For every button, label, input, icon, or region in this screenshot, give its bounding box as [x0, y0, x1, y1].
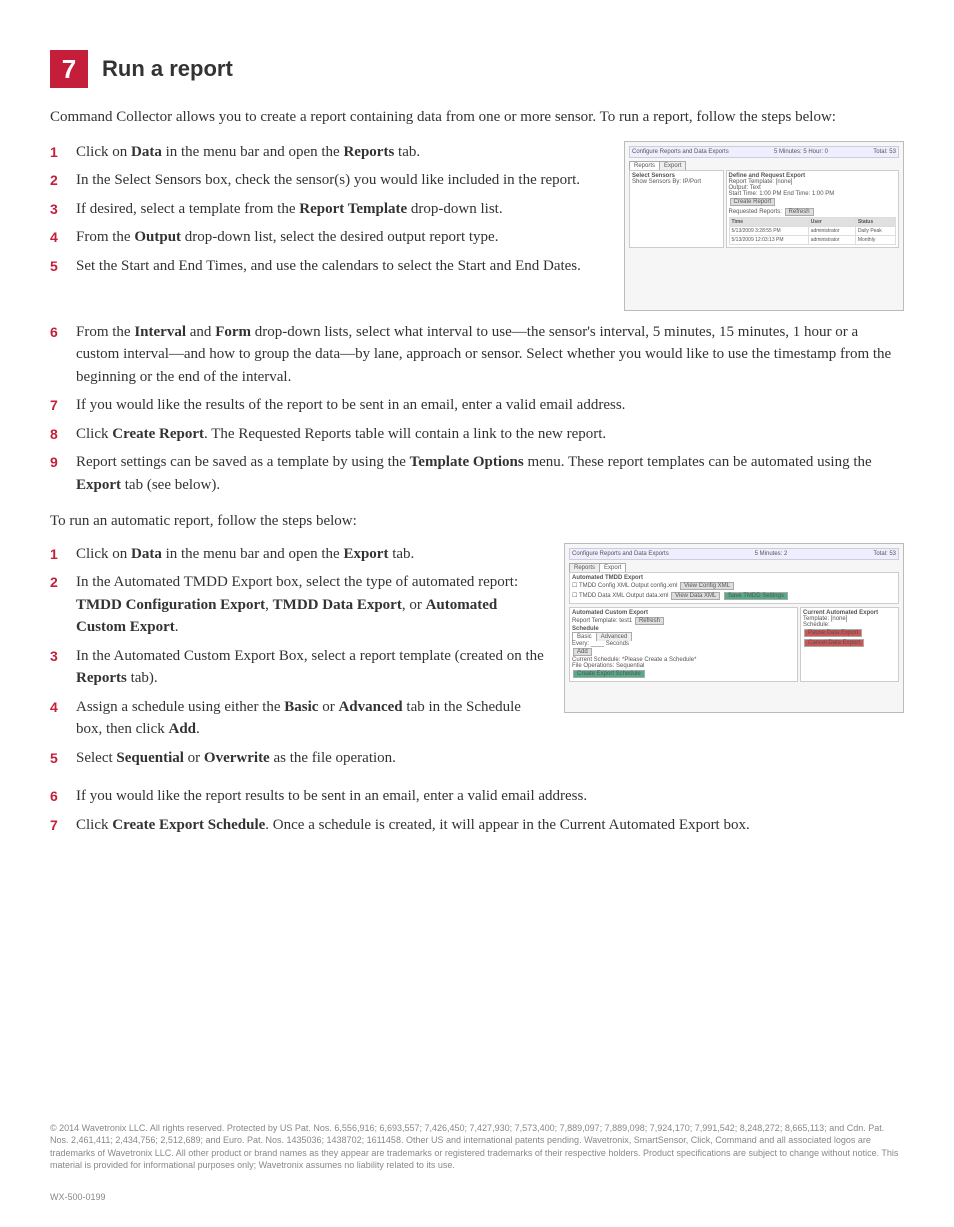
- sub-intro-paragraph: To run an automatic report, follow the s…: [50, 510, 904, 533]
- steps-list-2: 1Click on Data in the menu bar and open …: [50, 543, 544, 770]
- screenshot-export-tab: Configure Reports and Data Exports5 Minu…: [564, 543, 904, 713]
- steps-list-1: 1Click on Data in the menu bar and open …: [50, 141, 604, 278]
- steps-list-1-continued: 6From the Interval and Form drop-down li…: [50, 321, 904, 497]
- section-number: 7: [50, 50, 88, 88]
- steps-list-2-continued: 6If you would like the report results to…: [50, 785, 904, 836]
- copyright-notice: © 2014 Wavetronix LLC. All rights reserv…: [50, 1122, 904, 1172]
- document-number: WX-500-0199: [50, 1192, 106, 1202]
- intro-paragraph: Command Collector allows you to create a…: [50, 106, 904, 129]
- screenshot-reports-tab: Configure Reports and Data Exports5 Minu…: [624, 141, 904, 311]
- section-title: Run a report: [102, 56, 233, 82]
- section-header: 7 Run a report: [50, 50, 904, 88]
